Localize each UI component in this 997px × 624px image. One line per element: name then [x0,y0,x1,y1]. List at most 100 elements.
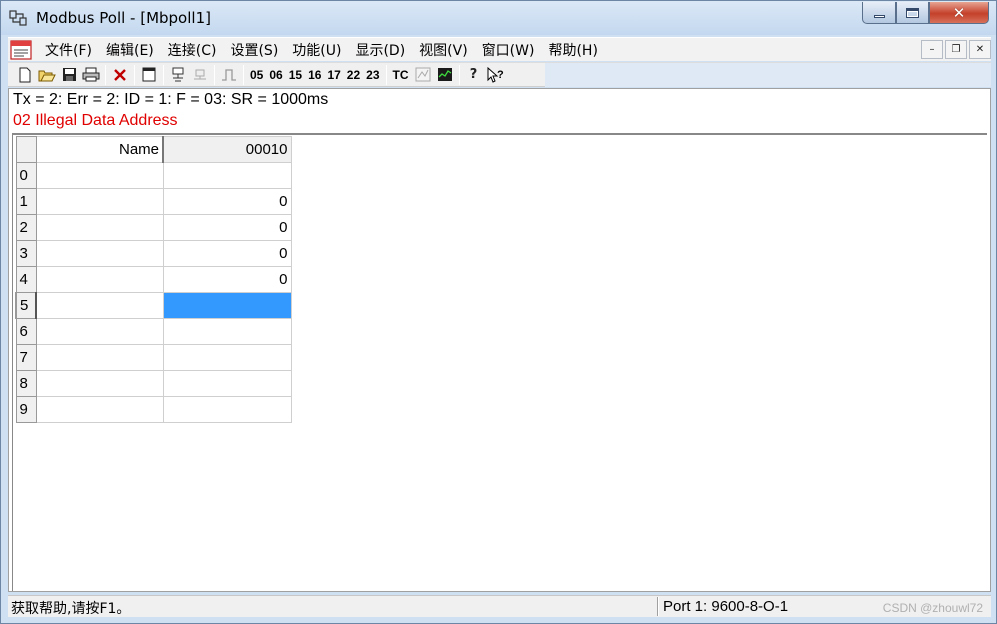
table-row: 6 [15,318,292,345]
print-icon[interactable] [80,64,102,86]
close-icon: ✕ [952,3,966,22]
menu-file[interactable]: 文件(F) [38,40,99,60]
row-header[interactable]: 8 [15,370,37,397]
data-grid-area: Name 00010 0 1 0 2 0 3 0 4 0 5 6 7 8 9 [12,133,987,591]
function-17-button[interactable]: 17 [324,68,343,82]
close-button[interactable]: ✕ [929,2,989,24]
table-row: 0 [15,162,292,189]
pulse-icon[interactable] [218,64,240,86]
value-cell[interactable] [162,370,292,397]
minimize-icon [873,15,885,18]
value-cell[interactable] [162,396,292,423]
row-header[interactable]: 4 [15,266,37,293]
disconnect-icon[interactable] [189,64,211,86]
delete-icon[interactable] [109,64,131,86]
menu-edit[interactable]: 编辑(E) [99,40,161,60]
name-cell[interactable] [35,344,164,371]
grid-header-row: Name 00010 [15,136,292,163]
function-15-button[interactable]: 15 [286,68,305,82]
value-cell[interactable]: 0 [162,266,292,293]
toolbar-separator [214,64,215,85]
table-row: 2 0 [15,214,292,241]
function-05-button[interactable]: 05 [247,68,266,82]
grid-corner[interactable] [15,136,37,163]
row-header[interactable]: 5 [15,292,37,319]
table-row: 7 [15,344,292,371]
minimize-button[interactable] [862,2,896,24]
table-row: 9 [15,396,292,423]
menu-window[interactable]: 窗口(W) [475,40,542,60]
menu-help[interactable]: 帮助(H) [541,40,604,60]
table-row: 1 0 [15,188,292,215]
title-bar[interactable]: Modbus Poll - [Mbpoll1] ✕ [1,1,996,35]
new-icon[interactable] [14,64,36,86]
toolbar-separator [458,64,460,85]
row-header[interactable]: 0 [15,162,37,189]
toolbar-separator [243,64,244,85]
column-header-name[interactable]: Name [35,136,164,163]
poll-status-line: Tx = 2: Err = 2: ID = 1: F = 03: SR = 10… [13,91,329,108]
name-cell[interactable] [35,396,164,423]
window-icon[interactable] [138,64,160,86]
row-header[interactable]: 6 [15,318,37,345]
toolbar: 05 06 15 16 17 22 23 TC ? ? [8,62,991,87]
value-cell[interactable] [162,318,292,345]
function-23-button[interactable]: 23 [363,68,382,82]
window-title: Modbus Poll - [Mbpoll1] [36,9,211,27]
tc-button[interactable]: TC [390,68,412,82]
table-row: 8 [15,370,292,397]
function-22-button[interactable]: 22 [344,68,363,82]
row-header[interactable]: 1 [15,188,37,215]
app-icon [9,10,27,26]
menu-functions[interactable]: 功能(U) [285,40,348,60]
selected-value-cell[interactable] [162,292,292,319]
name-cell[interactable] [35,318,164,345]
value-cell[interactable]: 0 [162,188,292,215]
toolbar-empty-area [545,63,991,87]
value-cell[interactable] [162,344,292,371]
watermark: CSDN @zhouwl72 [882,601,983,615]
value-cell[interactable]: 0 [162,240,292,267]
function-06-button[interactable]: 06 [266,68,285,82]
menu-connection[interactable]: 连接(C) [161,40,224,60]
maximize-button[interactable] [896,2,929,24]
name-cell[interactable] [35,240,164,267]
toolbar-separator [385,64,387,85]
document-window: Tx = 2: Err = 2: ID = 1: F = 03: SR = 10… [8,88,991,592]
chart-icon[interactable] [434,64,456,86]
table-row: 5 [15,292,292,319]
traffic-icon[interactable] [412,64,434,86]
status-port-settings: Port 1: 9600-8-O-1 [663,598,789,615]
name-cell[interactable] [35,214,164,241]
mdi-close-button[interactable]: ✕ [969,40,991,59]
function-16-button[interactable]: 16 [305,68,324,82]
toolbar-separator [134,64,135,85]
table-row: 4 0 [15,266,292,293]
open-icon[interactable] [36,64,58,86]
connect-icon[interactable] [167,64,189,86]
mdi-restore-button[interactable]: ❐ [945,40,967,59]
document-icon[interactable] [10,39,32,60]
context-help-icon[interactable]: ? [485,64,507,86]
value-cell[interactable]: 0 [162,214,292,241]
row-header[interactable]: 2 [15,214,37,241]
name-cell[interactable] [35,266,164,293]
mdi-minimize-button[interactable]: – [921,40,943,59]
app-window: Modbus Poll - [Mbpoll1] ✕ 文件(F) 编辑(E) 连接… [0,0,997,624]
name-cell[interactable] [35,370,164,397]
name-cell[interactable] [35,162,164,189]
menu-view[interactable]: 视图(V) [412,40,475,60]
help-icon[interactable]: ? [463,64,485,86]
name-cell[interactable] [35,188,164,215]
table-row: 3 0 [15,240,292,267]
row-header[interactable]: 3 [15,240,37,267]
row-header[interactable]: 7 [15,344,37,371]
column-header-address[interactable]: 00010 [162,136,292,163]
name-cell[interactable] [35,292,164,319]
save-icon[interactable] [58,64,80,86]
mdi-controls: – ❐ ✕ [921,40,991,59]
menu-setup[interactable]: 设置(S) [223,40,285,60]
value-cell[interactable] [162,162,292,189]
row-header[interactable]: 9 [15,396,37,423]
menu-display[interactable]: 显示(D) [348,40,412,60]
